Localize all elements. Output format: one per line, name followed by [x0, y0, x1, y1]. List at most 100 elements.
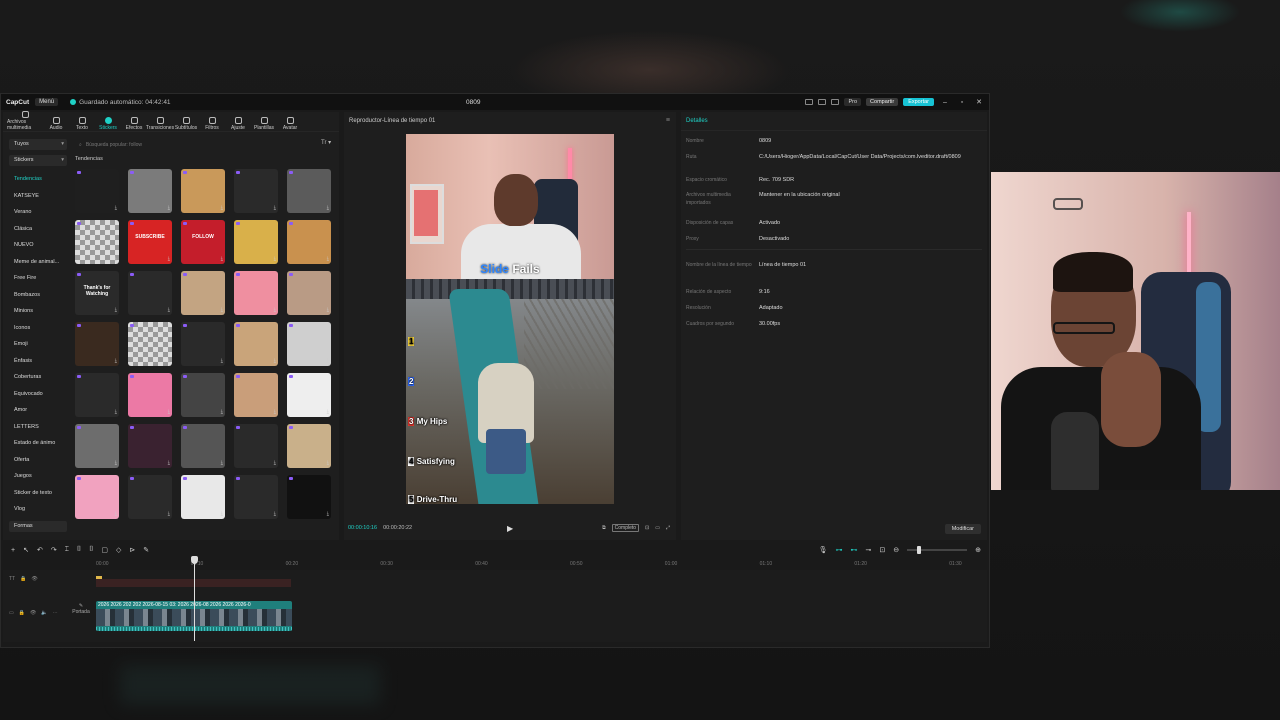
sticker-tile[interactable]: ⤓ [234, 220, 278, 264]
freeze-icon[interactable]: ⊳ [129, 546, 135, 554]
category-item[interactable]: Coberturas [9, 369, 67, 386]
download-icon[interactable]: ⤓ [327, 358, 329, 364]
player-menu-icon[interactable]: ≡ [666, 117, 670, 124]
sticker-tile[interactable]: ⤓ [128, 475, 172, 519]
tool-6[interactable]: Subtítulos [173, 117, 199, 131]
tool-9[interactable]: Plantillas [251, 117, 277, 131]
tool-4[interactable]: Efectos [121, 117, 147, 131]
download-icon[interactable]: ⤓ [168, 256, 170, 262]
sticker-tile[interactable]: ⤓ [75, 475, 119, 519]
tool-3[interactable]: Stickers [95, 117, 121, 131]
download-icon[interactable]: ⤓ [274, 307, 276, 313]
download-icon[interactable]: ⤓ [327, 307, 329, 313]
sticker-tile[interactable]: ⤓ [181, 424, 225, 468]
fullscreen-icon[interactable]: ⤢ [666, 525, 670, 531]
shortcut-icon[interactable] [831, 99, 840, 105]
sticker-tile[interactable]: ⤓ [75, 169, 119, 213]
category-stickers[interactable]: Stickers [9, 155, 67, 166]
sticker-tile[interactable]: ⤓ [287, 322, 331, 366]
category-item[interactable]: Equivocado [9, 386, 67, 403]
pro-button[interactable]: Pro [844, 98, 862, 106]
category-item[interactable]: Oferta [9, 452, 67, 469]
sticker-tile[interactable]: ⤓ [287, 475, 331, 519]
scale-icon[interactable]: ▭ [655, 525, 660, 531]
sticker-tile[interactable]: ⤓ [234, 322, 278, 366]
download-icon[interactable]: ⤓ [221, 256, 223, 262]
download-icon[interactable]: ⤓ [274, 358, 276, 364]
sticker-tile[interactable]: ⤓ [287, 169, 331, 213]
download-icon[interactable]: ⤓ [168, 409, 170, 415]
category-item[interactable]: NUEVO [9, 237, 67, 254]
redo-icon[interactable]: ↷ [51, 546, 57, 554]
video-preview[interactable]: Slide Fails 1 2 3 My Hips 4 Satisfying 5… [406, 134, 614, 504]
sticker-tile[interactable]: ⤓ [128, 169, 172, 213]
marker-icon[interactable]: ◇ [116, 546, 121, 554]
download-icon[interactable]: ⤓ [115, 358, 117, 364]
category-item[interactable]: Free Fire [9, 270, 67, 287]
sticker-tile[interactable]: ⤓ [234, 424, 278, 468]
category-formas[interactable]: Formas [9, 520, 67, 532]
preview-icon[interactable]: ⊡ [879, 546, 885, 554]
time-ruler[interactable]: 00:00 00:10 00:20 00:30 00:40 00:50 01:00 01:10… [96, 559, 986, 569]
download-icon[interactable]: ⤓ [274, 205, 276, 211]
ai-edit-icon[interactable]: ✎ [143, 546, 149, 554]
download-icon[interactable]: ⤓ [274, 256, 276, 262]
sticker-tile[interactable]: ⤓ [234, 271, 278, 315]
download-icon[interactable]: ⤓ [327, 256, 329, 262]
download-icon[interactable]: ⤓ [168, 307, 170, 313]
download-icon[interactable]: ⤓ [168, 511, 170, 517]
sticker-tile[interactable]: ⤓ [128, 373, 172, 417]
tool-7[interactable]: Filtros [199, 117, 225, 131]
share-button[interactable]: Compartir [866, 98, 899, 106]
download-icon[interactable]: ⤓ [221, 460, 223, 466]
sticker-tile[interactable]: ⤓ [75, 424, 119, 468]
category-item[interactable]: Vlog [9, 501, 67, 518]
category-item[interactable]: Sticker de texto [9, 485, 67, 502]
minimize-icon[interactable]: – [939, 99, 951, 106]
download-icon[interactable]: ⤓ [274, 511, 276, 517]
download-icon[interactable]: ⤓ [115, 256, 117, 262]
sticker-tile[interactable]: ⤓ [287, 373, 331, 417]
sticker-search[interactable]: ⌕ Búsqueda popular: follow [75, 139, 315, 150]
download-icon[interactable]: ⤓ [221, 205, 223, 211]
sticker-tile[interactable]: ⤓ [234, 373, 278, 417]
crop-icon[interactable]: ⧉ [602, 525, 606, 531]
link-icon[interactable]: ⊶ [836, 546, 843, 554]
zoom-fit-icon[interactable]: ⊡ [645, 525, 649, 531]
text-filter-icon[interactable]: Tr ▾ [321, 139, 331, 146]
sticker-tile[interactable]: ⤓ [128, 424, 172, 468]
sticker-tile[interactable]: ⤓ [181, 169, 225, 213]
category-item[interactable]: Clásica [9, 221, 67, 238]
zoom-in-icon[interactable]: ⊕ [975, 546, 981, 554]
sticker-tile[interactable]: SUBSCRIBE ⤓ [128, 220, 172, 264]
download-icon[interactable]: ⤓ [115, 205, 117, 211]
magnet-icon[interactable]: ⊷ [851, 546, 858, 554]
sticker-tile[interactable]: Thank's for Watching ⤓ [75, 271, 119, 315]
sticker-tile[interactable]: ⤓ [75, 220, 119, 264]
layout-icon[interactable] [805, 99, 814, 105]
category-item[interactable]: Iconos [9, 320, 67, 337]
main-track-controls[interactable]: ▭ 🔒 👁 🔈 ⋯ [9, 610, 58, 616]
sticker-tile[interactable]: ⤓ [128, 322, 172, 366]
category-item[interactable]: Bombazos [9, 287, 67, 304]
zoom-out-icon[interactable]: ⊖ [893, 546, 899, 554]
split-icon[interactable]: ⌶ [65, 546, 69, 554]
close-icon[interactable]: ✕ [973, 98, 985, 106]
trim-left-icon[interactable]: ⌷ [77, 546, 81, 554]
menu-button[interactable]: Menú [35, 98, 59, 106]
sticker-tile[interactable]: ⤓ [287, 220, 331, 264]
download-icon[interactable]: ⤓ [115, 307, 117, 313]
tool-8[interactable]: Ajuste [225, 117, 251, 131]
download-icon[interactable]: ⤓ [221, 511, 223, 517]
download-icon[interactable]: ⤓ [221, 358, 223, 364]
maximize-icon[interactable]: ▫ [956, 99, 968, 106]
sticker-tile[interactable]: ⤓ [234, 475, 278, 519]
ratio-button[interactable]: Completo [611, 524, 640, 532]
category-item[interactable]: Emoji [9, 336, 67, 353]
sticker-tile[interactable]: ⤓ [287, 271, 331, 315]
download-icon[interactable]: ⤓ [168, 460, 170, 466]
sticker-tile[interactable]: ⤓ [181, 475, 225, 519]
zoom-slider[interactable] [907, 546, 968, 554]
download-icon[interactable]: ⤓ [221, 307, 223, 313]
cover-button[interactable]: ✎ Portada [71, 603, 91, 615]
